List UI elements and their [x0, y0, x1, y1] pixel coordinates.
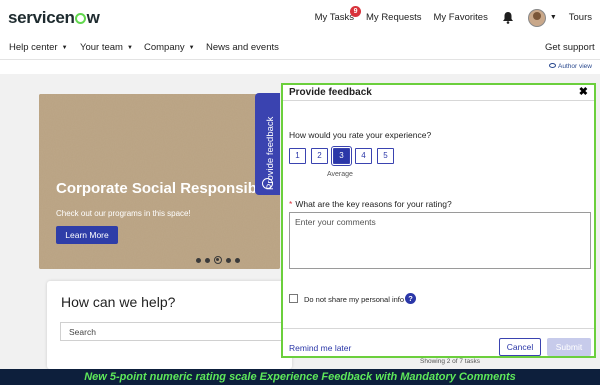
- nav-company[interactable]: Company ▼: [144, 42, 195, 53]
- my-requests-link[interactable]: My Requests: [366, 12, 421, 23]
- comments-textarea[interactable]: Enter your comments: [289, 212, 591, 269]
- top-links: My Tasks 9 My Requests My Favorites ▼ Tou…: [303, 0, 592, 35]
- submit-button[interactable]: Submit: [547, 338, 591, 356]
- search-input[interactable]: Search: [60, 322, 292, 341]
- learn-more-button[interactable]: Learn More: [56, 226, 118, 244]
- chevron-down-icon: ▼: [188, 45, 195, 51]
- servicenow-logo[interactable]: servicen w: [8, 8, 100, 28]
- rating-option-2[interactable]: 2: [311, 148, 328, 164]
- my-favorites-link[interactable]: My Favorites: [433, 12, 487, 23]
- my-tasks-link[interactable]: My Tasks 9: [315, 6, 362, 23]
- author-view-toggle[interactable]: Author view: [549, 63, 592, 70]
- rating-option-5[interactable]: 5: [377, 148, 394, 164]
- top-header: servicen w My Tasks 9 My Requests My Favor…: [0, 0, 600, 35]
- bell-icon[interactable]: [502, 11, 514, 24]
- nav-news-and-events[interactable]: News and events: [206, 42, 279, 53]
- chevron-down-icon[interactable]: ▼: [550, 14, 557, 21]
- nav-help-center[interactable]: Help center ▼: [9, 42, 68, 53]
- caption-banner: New 5-point numeric rating scale Experie…: [0, 369, 600, 385]
- smiley-icon: [262, 178, 273, 189]
- get-support-link[interactable]: Get support: [545, 42, 595, 53]
- hero-subtitle: Check out our programs in this space!: [56, 209, 191, 218]
- help-icon[interactable]: ?: [405, 293, 416, 304]
- modal-footer-divider: [283, 328, 594, 329]
- cancel-button[interactable]: Cancel: [499, 338, 541, 356]
- tours-link[interactable]: Tours: [569, 12, 592, 23]
- carousel-dot[interactable]: [205, 257, 210, 263]
- hero-title: Corporate Social Responsibi: [56, 180, 262, 197]
- reasons-label: * What are the key reasons for your ratin…: [289, 199, 452, 209]
- rating-option-4[interactable]: 4: [355, 148, 372, 164]
- remind-me-later-link[interactable]: Remind me later: [289, 343, 351, 353]
- eye-icon: [549, 63, 557, 68]
- main-nav: Help center ▼ Your team ▼ Company ▼ News an…: [0, 35, 600, 60]
- feedback-modal: Provide feedback ✖ How would you rate yo…: [281, 83, 596, 358]
- privacy-checkbox[interactable]: [289, 294, 298, 303]
- carousel-dots: [196, 256, 244, 264]
- carousel-dot[interactable]: [196, 257, 201, 263]
- tasks-count-text: Showing 2 of 7 tasks: [420, 358, 480, 365]
- privacy-label: Do not share my personal info: [304, 295, 405, 304]
- rating-caption: Average: [327, 171, 353, 178]
- nav-your-team[interactable]: Your team ▼: [80, 42, 133, 53]
- tasks-count-badge: 9: [350, 6, 362, 17]
- carousel-dot[interactable]: [226, 257, 231, 263]
- chevron-down-icon: ▼: [61, 45, 68, 51]
- required-marker: *: [289, 199, 293, 209]
- modal-header: Provide feedback ✖: [283, 85, 594, 101]
- user-avatar[interactable]: [527, 8, 546, 27]
- rating-question: How would you rate your experience?: [289, 130, 432, 140]
- close-icon[interactable]: ✖: [579, 85, 588, 98]
- modal-title: Provide feedback: [289, 87, 372, 98]
- carousel-dot[interactable]: [235, 257, 240, 263]
- rating-option-3-selected[interactable]: 3: [331, 146, 352, 166]
- chevron-down-icon: ▼: [126, 45, 133, 51]
- carousel-dot-active[interactable]: [214, 256, 222, 264]
- rating-option-1[interactable]: 1: [289, 148, 306, 164]
- help-title: How can we help?: [61, 294, 176, 310]
- author-bar: Author view: [0, 60, 600, 74]
